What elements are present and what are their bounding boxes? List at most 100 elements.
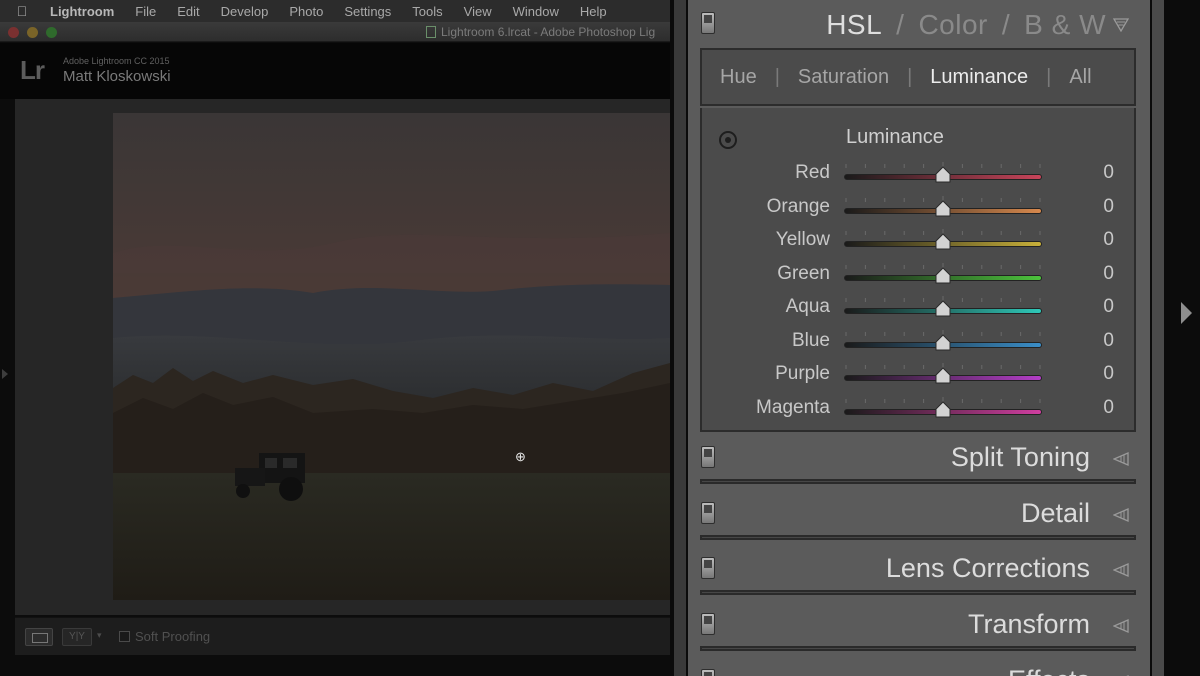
expand-left-icon[interactable]: [1113, 452, 1129, 466]
hsl-panel-header[interactable]: HSL / Color / B & W: [688, 0, 1150, 48]
slider-label: Orange: [766, 195, 830, 217]
luminance-section-label: Luminance: [846, 126, 944, 148]
bottom-strip: [0, 656, 670, 676]
slider-thumb[interactable]: [934, 166, 952, 184]
title-separator: /: [896, 9, 905, 40]
slider-value[interactable]: 0: [1103, 330, 1114, 352]
menu-lightroom[interactable]: Lightroom: [50, 4, 114, 19]
user-name: Matt Kloskowski: [63, 68, 171, 85]
panel-scrollbar[interactable]: [1152, 0, 1164, 676]
hsl-panel-switch[interactable]: [701, 12, 715, 34]
slider-thumb[interactable]: [934, 400, 952, 419]
slider-label: Blue: [791, 329, 830, 351]
subtab-hue[interactable]: Hue: [702, 66, 775, 89]
right-panel-toggle-icon[interactable]: [1181, 302, 1192, 324]
photo-preview[interactable]: [113, 113, 670, 600]
tab-hsl[interactable]: HSL: [826, 9, 882, 40]
expand-left-icon[interactable]: [1113, 508, 1129, 522]
luminance-slider-blue[interactable]: Blue 0: [702, 326, 1138, 360]
window-title-bar: Lightroom 6.lrcat - Adobe Photoshop Lig: [0, 22, 670, 42]
menu-view[interactable]: View: [464, 4, 492, 19]
panel-divider: [700, 646, 1136, 651]
panel-switch[interactable]: [701, 669, 715, 676]
before-after-dropdown-icon[interactable]: ▾: [97, 630, 102, 641]
luminance-slider-aqua[interactable]: Aqua 0: [702, 292, 1138, 326]
menu-settings[interactable]: Settings: [344, 4, 391, 19]
luminance-slider-red[interactable]: Red 0: [702, 158, 1138, 192]
targeted-adjustment-icon[interactable]: [719, 131, 737, 149]
menu-bar:  Lightroom File Edit Develop Photo Sett…: [0, 0, 670, 22]
slider-label: Purple: [775, 363, 830, 384]
luminance-slider-purple[interactable]: Purple 0: [702, 359, 1138, 393]
panel-title: Lens Corrections: [885, 553, 1090, 583]
panel-effects[interactable]: Effects: [700, 657, 1136, 676]
luminance-slider-yellow[interactable]: Yellow 0: [702, 225, 1138, 259]
luminance-section: Luminance Red 0 Orange 0 Yellow 0 Green 0 Aqua 0 B…: [700, 108, 1136, 432]
develop-right-panel: HSL / Color / B & W Hue | Saturation | Lumin…: [688, 0, 1150, 676]
slider-thumb[interactable]: [934, 233, 952, 251]
subtab-saturation[interactable]: Saturation: [780, 66, 907, 89]
tab-color[interactable]: Color: [918, 9, 987, 40]
panel-switch[interactable]: [701, 613, 715, 635]
slider-value[interactable]: 0: [1103, 229, 1114, 251]
minimize-window-button[interactable]: [27, 27, 38, 38]
panel-title: Split Toning: [950, 442, 1090, 472]
slider-thumb[interactable]: [934, 333, 952, 352]
panel-switch[interactable]: [701, 557, 715, 579]
before-after-button[interactable]: Y|Y: [62, 628, 92, 646]
menu-tools[interactable]: Tools: [412, 4, 442, 19]
zoom-window-button[interactable]: [46, 27, 57, 38]
close-window-button[interactable]: [8, 27, 19, 38]
expand-left-icon[interactable]: [1113, 619, 1129, 633]
menu-develop[interactable]: Develop: [221, 4, 269, 19]
slider-label: Green: [777, 262, 830, 284]
title-separator: /: [1001, 9, 1011, 40]
hsl-panel-title: HSL / Color / B & W: [826, 9, 1106, 41]
luminance-slider-green[interactable]: Green 0: [702, 259, 1138, 293]
app-version: Adobe Lightroom CC 2015: [63, 56, 170, 66]
collapse-down-icon[interactable]: [1113, 18, 1129, 32]
panel-detail[interactable]: Detail: [700, 490, 1136, 540]
menu-photo[interactable]: Photo: [289, 4, 323, 19]
slider-thumb[interactable]: [934, 266, 952, 285]
panel-transform[interactable]: Transform: [700, 601, 1136, 651]
panel-title: Detail: [1020, 498, 1090, 528]
tab-bw[interactable]: B & W: [1024, 9, 1106, 40]
panel-lens-corrections[interactable]: Lens Corrections: [700, 545, 1136, 595]
slider-value[interactable]: 0: [1103, 263, 1114, 285]
expand-left-icon[interactable]: [1113, 563, 1129, 577]
slider-thumb[interactable]: [934, 300, 952, 318]
lightroom-logo: Lr: [20, 55, 45, 85]
menu-window[interactable]: Window: [513, 4, 559, 19]
panel-switch[interactable]: [701, 446, 715, 468]
right-edge-strip: [1170, 0, 1200, 676]
slider-label: Yellow: [775, 229, 830, 250]
luminance-slider-orange[interactable]: Orange 0: [702, 192, 1138, 226]
bottom-toolbar: Y|Y ▾ Soft Proofing: [15, 617, 670, 655]
landscape-photo: [113, 113, 670, 600]
luminance-slider-magenta[interactable]: Magenta 0: [702, 393, 1138, 427]
panel-divider: [700, 590, 1136, 595]
slider-value[interactable]: 0: [1103, 196, 1114, 218]
slider-thumb[interactable]: [934, 367, 952, 385]
soft-proofing-checkbox[interactable]: [119, 631, 130, 642]
loupe-view-button[interactable]: [25, 628, 53, 646]
left-panel-toggle-icon[interactable]: [2, 369, 8, 379]
slider-value[interactable]: 0: [1103, 162, 1114, 184]
menu-help[interactable]: Help: [580, 4, 607, 19]
soft-proofing-label: Soft Proofing: [135, 629, 211, 644]
slider-value[interactable]: 0: [1103, 397, 1114, 419]
slider-value[interactable]: 0: [1103, 363, 1114, 385]
panel-switch[interactable]: [701, 502, 715, 524]
identity-plate: Lr Adobe Lightroom CC 2015 Matt Kloskows…: [0, 43, 670, 99]
panel-split-toning[interactable]: Split Toning: [700, 434, 1136, 484]
subtab-luminance[interactable]: Luminance: [912, 66, 1046, 89]
subtab-all[interactable]: All: [1051, 66, 1109, 89]
panel-left-edge: [674, 0, 686, 676]
menu-file[interactable]: File: [135, 4, 156, 19]
menu-edit[interactable]: Edit: [177, 4, 199, 19]
apple-icon[interactable]: : [14, 3, 30, 19]
slider-value[interactable]: 0: [1103, 296, 1114, 318]
catalog-file-icon: [426, 26, 436, 38]
slider-thumb[interactable]: [934, 199, 952, 218]
